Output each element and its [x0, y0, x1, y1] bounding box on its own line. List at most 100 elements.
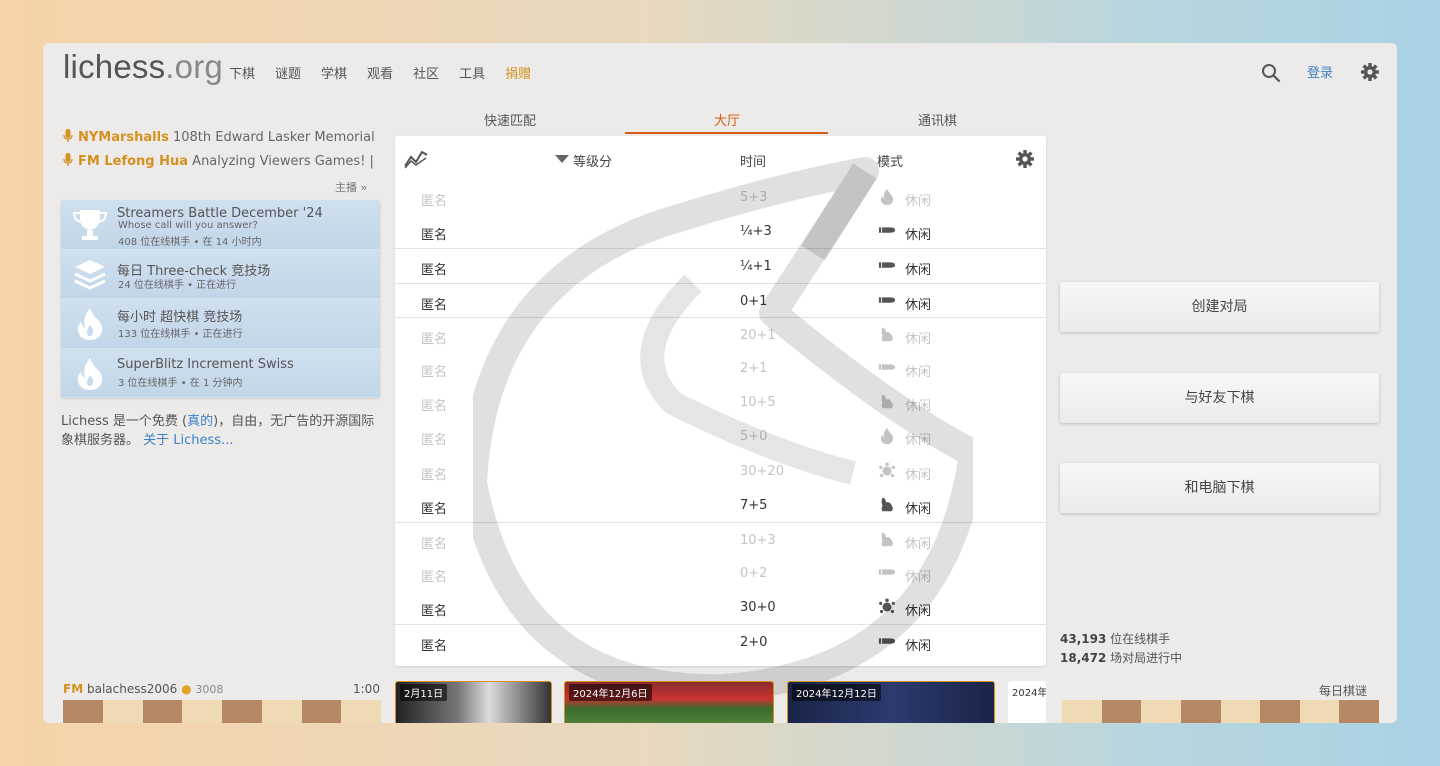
bullet-icon [878, 569, 896, 575]
rabbit-icon [881, 394, 893, 409]
seek-row[interactable]: 匿名 10+5 休闲 [395, 385, 1046, 419]
video-date: 2024年12月6日 [569, 684, 652, 701]
seek-mode: 休闲 [905, 501, 932, 517]
play-with-friend-button[interactable]: 与好友下棋 [1060, 373, 1379, 423]
sort-down-icon[interactable] [555, 155, 569, 163]
seek-row[interactable]: 匿名 10+3 休闲 [395, 521, 1046, 556]
seek-row[interactable]: 匿名 20+1 休闲 [395, 316, 1046, 351]
seek-mode: 休闲 [905, 570, 932, 586]
tab-correspondence[interactable]: 通讯棋 [918, 110, 957, 129]
about-text-part: Lichess 是一个免费 ( [61, 414, 188, 429]
tab-lobby[interactable]: 大厅 [714, 110, 740, 129]
turtle-icon [879, 598, 895, 614]
tv-board[interactable] [63, 700, 381, 723]
chart-toggle-icon[interactable] [404, 149, 428, 169]
streamer-item[interactable]: NYMarshalls 108th Edward Lasker Memorial… [63, 129, 378, 145]
seek-row[interactable]: 匿名 2+1 休闲 [395, 351, 1046, 385]
tournament-title: SuperBlitz Increment Swiss [117, 356, 294, 372]
players-number: 43,193 [1060, 632, 1107, 646]
nav-watch[interactable]: 观看 [367, 63, 393, 82]
seek-time: 0+2 [740, 566, 768, 582]
seek-row[interactable]: 匿名 0+2 休闲 [395, 556, 1046, 590]
seek-row[interactable]: 匿名 30+0 休闲 [395, 590, 1046, 624]
seek-row[interactable]: 匿名 5+3 休闲 [395, 180, 1046, 214]
seek-mode: 休闲 [905, 433, 932, 449]
seek-row[interactable]: 匿名 7+5 休闲 [395, 488, 1046, 522]
nav-puzzles[interactable]: 谜题 [275, 63, 301, 82]
tournament-item[interactable]: Streamers Battle December '24 Whose call… [61, 200, 380, 250]
tournament-item[interactable]: SuperBlitz Increment Swiss 3 位在线棋手 • 在 1… [61, 348, 380, 398]
daily-puzzle-board[interactable] [1062, 700, 1379, 723]
nav-donate[interactable]: 捐赠 [505, 63, 531, 82]
login-link[interactable]: 登录 [1307, 62, 1333, 81]
seek-time: 20+1 [740, 327, 776, 343]
tournament-title: Streamers Battle December '24 [117, 206, 323, 221]
video-thumbnail[interactable]: 2024年 [1008, 681, 1046, 723]
flame-icon [880, 188, 894, 206]
seek-row[interactable]: 匿名 5+0 休闲 [395, 419, 1046, 453]
seek-player: 匿名 [421, 536, 448, 552]
player-title: FM [63, 682, 84, 696]
gear-icon[interactable] [1360, 62, 1380, 82]
seek-row[interactable]: 匿名 ¼+1 休闲 [395, 248, 1046, 282]
players-label: 位在线棋手 [1106, 632, 1171, 646]
video-thumbnail[interactable]: 2024年12月6日 [564, 681, 774, 723]
really-link[interactable]: 真的 [187, 414, 213, 429]
seek-time: ¼+3 [740, 224, 772, 240]
player-rating: 3008 [195, 683, 224, 696]
tournament-description: Whose call will you answer? [118, 220, 258, 231]
site-logo[interactable]: lichess.org [63, 48, 223, 86]
seek-row[interactable]: 匿名 ¼+3 休闲 [395, 214, 1046, 248]
video-date: 2月11日 [400, 684, 448, 701]
column-time[interactable]: 时间 [740, 151, 766, 170]
streamer-name: FM Lefong Hua [78, 154, 189, 169]
seek-player: 匿名 [421, 194, 448, 209]
daily-puzzle-label[interactable]: 每日棋谜 [1319, 682, 1367, 699]
seek-time: ¼+1 [740, 259, 772, 275]
stream-title: Analyzing Viewers Games! | !plu... [192, 154, 378, 169]
logo-suffix: .org [165, 48, 223, 85]
seek-player: 匿名 [421, 364, 448, 380]
lobby-header: 等级分 时间 模式 [395, 136, 1046, 180]
app-window: lichess.org 下棋 谜题 学棋 观看 社区 工具 捐赠 登录 NYMa… [43, 43, 1397, 723]
seek-row[interactable]: 匿名 0+1 休闲 [395, 282, 1046, 317]
games-label: 场对局进行中 [1106, 651, 1183, 665]
tv-player-info[interactable]: FM balachess2006 ● 3008 [63, 682, 223, 696]
nav-learn[interactable]: 学棋 [321, 63, 347, 82]
video-thumbnail[interactable]: 2月11日 [395, 681, 552, 723]
players-count[interactable]: 43,193 位在线棋手 [1060, 630, 1182, 649]
tournament-item[interactable]: 每小时 超快棋 竞技场 133 位在线棋手 • 正在进行 [61, 299, 380, 349]
seek-time: 10+5 [740, 395, 776, 411]
bullet-icon [878, 364, 896, 370]
seek-time: 7+5 [740, 497, 768, 513]
nav-community[interactable]: 社区 [413, 63, 439, 82]
bullet-icon [878, 262, 896, 269]
seek-mode: 休闲 [905, 536, 932, 552]
video-thumbnail[interactable]: 2024年12月12日 [787, 681, 995, 723]
tab-quick-pairing[interactable]: 快速匹配 [484, 110, 536, 129]
seek-time: 10+3 [740, 532, 776, 548]
seek-player: 匿名 [421, 467, 448, 483]
create-game-button[interactable]: 创建对局 [1060, 282, 1379, 332]
gear-icon[interactable] [1015, 149, 1035, 169]
column-mode[interactable]: 模式 [877, 151, 903, 170]
flame-icon [77, 308, 103, 340]
streamers-more-link[interactable]: 主播 » [335, 179, 367, 195]
streamer-item[interactable]: FM Lefong Hua Analyzing Viewers Games! |… [63, 153, 378, 169]
rabbit-icon [881, 327, 893, 342]
seek-mode: 休闲 [905, 228, 932, 244]
games-count[interactable]: 18,472 场对局进行中 [1060, 649, 1182, 668]
seek-mode: 休闲 [905, 297, 932, 313]
nav-tools[interactable]: 工具 [459, 63, 485, 82]
about-lichess-link[interactable]: 关于 Lichess... [143, 433, 233, 448]
nav-play[interactable]: 下棋 [229, 63, 255, 82]
search-icon[interactable] [1261, 63, 1281, 83]
tournament-status: 3 位在线棋手 • 在 1 分钟内 [118, 377, 243, 389]
seek-row[interactable]: 匿名 2+0 休闲 [395, 624, 1046, 658]
seek-row[interactable]: 匿名 30+20 休闲 [395, 454, 1046, 488]
column-rating[interactable]: 等级分 [573, 151, 612, 170]
main-nav: 下棋 谜题 学棋 观看 社区 工具 捐赠 [229, 63, 551, 82]
play-with-computer-button[interactable]: 和电脑下棋 [1060, 463, 1379, 513]
tournament-item[interactable]: 每日 Three-check 竞技场 24 位在线棋手 • 正在进行 [61, 249, 380, 299]
tournament-status: 133 位在线棋手 • 正在进行 [118, 329, 243, 340]
